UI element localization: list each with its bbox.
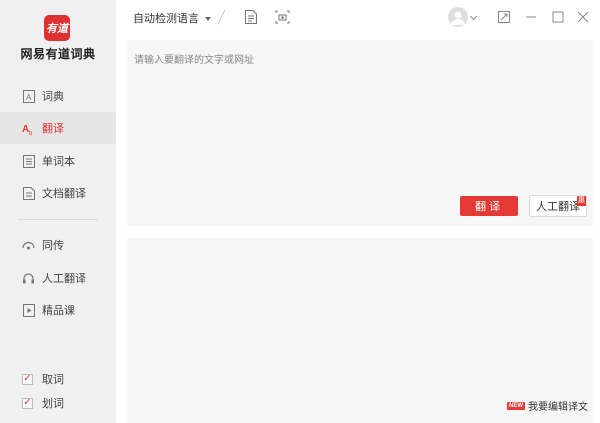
sidebar-item-label: 文档翻译 xyxy=(42,188,86,200)
svg-text:A: A xyxy=(26,93,32,102)
simultaneous-icon xyxy=(22,239,35,252)
maximize-icon[interactable] xyxy=(550,9,566,25)
sidebar-item-wordbook[interactable]: 单词本 xyxy=(0,145,116,177)
translate-button[interactable]: 翻译 xyxy=(460,196,518,216)
wordbook-icon xyxy=(22,154,35,168)
course-icon xyxy=(22,303,35,317)
chevron-down-icon[interactable] xyxy=(469,12,478,21)
sidebar-item-label: 同传 xyxy=(42,240,64,252)
checkmark-icon: ✓ xyxy=(22,397,33,409)
word-capture-checkbox[interactable]: ✓ 取词 xyxy=(22,371,64,387)
language-select-value: 自动检测语言 xyxy=(133,13,199,25)
sidebar-item-courses[interactable]: 精品课 xyxy=(0,294,116,326)
word-select-checkbox[interactable]: ✓ 划词 xyxy=(22,395,64,411)
source-text-placeholder: 请输入要翻译的文字或网址 xyxy=(134,55,254,66)
source-text-area[interactable] xyxy=(127,40,593,226)
human-translate-label: 人工翻译 xyxy=(536,201,580,213)
minimize-icon[interactable] xyxy=(523,9,539,25)
discount-badge: 惠 xyxy=(577,196,586,206)
edit-translation-link[interactable]: NEW 我要编辑译文 xyxy=(507,398,588,413)
sidebar-item-label: 单词本 xyxy=(42,156,75,168)
word-select-label: 划词 xyxy=(42,398,64,410)
toolbar-separator xyxy=(217,9,226,25)
sidebar-item-label: 人工翻译 xyxy=(42,273,86,285)
sidebar-item-label: 精品课 xyxy=(42,305,75,317)
document-icon xyxy=(22,186,35,200)
sidebar-item-translate[interactable]: Ab 翻译 xyxy=(0,112,116,144)
edit-translation-label: 我要编辑译文 xyxy=(528,402,588,413)
sidebar-divider xyxy=(18,219,98,220)
sidebar-item-human-translate[interactable]: 人工翻译 xyxy=(0,262,116,294)
chevron-down-icon xyxy=(205,16,211,21)
app-logo: 有道 xyxy=(44,15,70,41)
translate-icon: Ab xyxy=(22,122,35,135)
sidebar-item-document-translate[interactable]: 文档翻译 xyxy=(0,177,116,209)
checkmark-icon: ✓ xyxy=(22,373,33,385)
dictionary-icon: A xyxy=(22,89,35,103)
word-capture-label: 取词 xyxy=(42,374,64,386)
app-name: 网易有道词典 xyxy=(20,47,96,61)
close-icon[interactable] xyxy=(575,9,591,25)
new-badge: NEW xyxy=(507,401,525,410)
sidebar-item-dictionary[interactable]: A 词典 xyxy=(0,80,116,112)
svg-text:b: b xyxy=(29,131,33,135)
language-select[interactable]: 自动检测语言 xyxy=(133,10,211,26)
human-translate-button[interactable]: 人工翻译 惠 xyxy=(529,195,587,217)
translation-result-area xyxy=(127,238,593,423)
sidebar-item-label: 词典 xyxy=(42,91,64,103)
screenshot-translate-icon[interactable] xyxy=(274,9,290,25)
document-translate-icon[interactable] xyxy=(243,9,259,25)
sidebar-item-simultaneous[interactable]: 同传 xyxy=(0,229,116,261)
headset-icon xyxy=(22,272,35,285)
sidebar-item-label: 翻译 xyxy=(42,123,64,135)
mini-mode-icon[interactable] xyxy=(496,9,512,25)
sidebar: 有道 网易有道词典 A 词典 Ab 翻译 单词本 文档翻译 同传 人工翻译 精品… xyxy=(0,0,116,423)
user-avatar[interactable] xyxy=(448,7,468,27)
